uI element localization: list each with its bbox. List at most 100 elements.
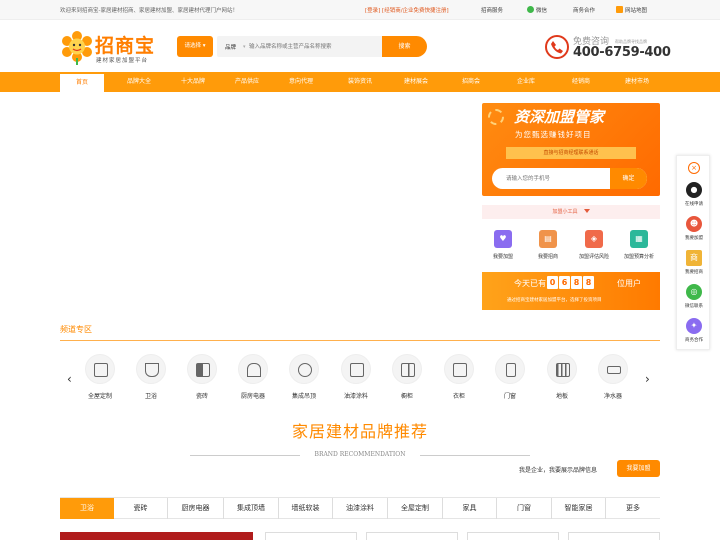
top-bar: 欢迎来到招商宝-家居建材招商、家居建材加盟、家居建材代理门户网站！ [登录] […: [0, 0, 720, 20]
nav-agency[interactable]: 意向代理: [276, 72, 326, 92]
recommend-subtitle: BRAND RECOMMENDATION: [314, 451, 406, 458]
water-purifier-icon: [598, 354, 628, 384]
recommend-title: 家居建材品牌推荐: [291, 422, 428, 441]
login-links: [登录] [经销商/企业免费快捷注册]: [365, 6, 449, 14]
brand-card[interactable]: [265, 532, 357, 540]
flower-mascot-icon: [62, 31, 92, 65]
hotline: 免费咨询 帮助品牌寻找品牌 400-6759-400: [545, 34, 671, 62]
close-icon[interactable]: ×: [688, 162, 700, 174]
counter-digit: 0: [547, 276, 558, 289]
nav-expo[interactable]: 建材展会: [391, 72, 441, 92]
users-icon: ☻: [686, 216, 702, 232]
nav-enterprise[interactable]: 企业库: [501, 72, 551, 92]
wechat-icon: [527, 6, 534, 13]
category-kitchen[interactable]: 厨房电器: [225, 354, 281, 404]
user-counter: 今天已有 0688 位用户 通过招商宝建材家居加盟平台，选择了投资项目: [482, 272, 660, 310]
brand-card[interactable]: [568, 532, 660, 540]
paint-bucket-icon: [341, 354, 371, 384]
nav-dealers[interactable]: 经销商: [556, 72, 606, 92]
tool-budget[interactable]: ▦ 加盟预算分析: [619, 230, 659, 264]
business-link[interactable]: 商务合作: [573, 6, 595, 14]
category-whole-house[interactable]: 全屋定制: [72, 354, 128, 404]
franchise-promo-panel: 资深加盟管家 为您甄选赚钱好项目 直接与招商经理联系通话 确定: [482, 103, 660, 196]
bathtub-icon: [136, 354, 166, 384]
search-field-label[interactable]: 品牌: [225, 43, 236, 51]
counter-digits: 0688: [547, 276, 595, 289]
tab-ceiling[interactable]: 集成顶墙: [224, 498, 279, 519]
qq-icon: ●: [686, 182, 702, 198]
nav-top-ten[interactable]: 十大品牌: [168, 72, 218, 92]
brand-tabs: 卫浴 瓷砖 厨房电器 集成顶墙 墙纸软装 油漆涂料 全屋定制 家具 门窗 智能家…: [60, 497, 660, 519]
phone-input[interactable]: [506, 171, 606, 186]
tool-risk[interactable]: ◈ 加盟评估风险: [574, 230, 614, 264]
tool-recruit[interactable]: ▤ 我要招商: [528, 230, 568, 264]
nav-market[interactable]: 建材市场: [612, 72, 662, 92]
side-business[interactable]: ✦ 商务合作: [677, 318, 711, 350]
counter-digit: 8: [583, 276, 594, 289]
tools-heading[interactable]: 加盟小工具: [482, 205, 660, 219]
counter-digit: 8: [571, 276, 582, 289]
category-doors[interactable]: 门窗: [482, 354, 538, 404]
brand-banner[interactable]: [60, 532, 253, 540]
counter-note: 通过招商宝建材家居加盟平台，选择了投资项目: [507, 298, 602, 303]
door-icon: [495, 354, 525, 384]
register-link[interactable]: [经销商/企业免费快捷注册]: [382, 8, 449, 14]
side-online-apply[interactable]: ● 在线申请: [677, 182, 711, 214]
floor-icon: [547, 354, 577, 384]
tab-furniture[interactable]: 家具: [443, 498, 497, 519]
side-recruit[interactable]: 商 我要招商: [677, 250, 711, 282]
category-ceiling[interactable]: 集成吊顶: [276, 354, 332, 404]
tab-more[interactable]: 更多: [606, 498, 660, 519]
wechat-icon: ◎: [686, 284, 702, 300]
logo[interactable]: 招商宝 建材家居加盟平台: [60, 30, 164, 66]
tab-tile[interactable]: 瓷砖: [114, 498, 168, 519]
search-bar: 请选择 ▾ 品牌 ▾ 搜索: [177, 36, 427, 57]
range-hood-icon: [238, 354, 268, 384]
promo-ribbon[interactable]: 直接与招商经理联系通话: [506, 147, 636, 159]
tab-smart-home[interactable]: 智能家居: [552, 498, 606, 519]
category-bathroom[interactable]: 卫浴: [123, 354, 179, 404]
merchant-service-link[interactable]: 招商服务: [481, 6, 503, 14]
main-nav: 首页 品牌大全 十大品牌 产品供应 意向代理 装饰资讯 建材展会 招商会 企业库…: [0, 72, 720, 92]
handshake-icon: ✦: [686, 318, 702, 334]
logo-brand: 招商宝: [95, 35, 156, 57]
search-category-select[interactable]: 请选择 ▾: [177, 36, 213, 57]
promo-title: 资深加盟管家: [514, 108, 605, 126]
tab-wallpaper[interactable]: 墙纸软装: [279, 498, 333, 519]
tab-paint[interactable]: 油漆涂料: [333, 498, 388, 519]
floating-side-toolbar: × ● 在线申请 ☻ 我要加盟 商 我要招商 ◎ 微信联系 ✦ 商务合作: [676, 155, 710, 350]
side-join[interactable]: ☻ 我要加盟: [677, 216, 711, 248]
nav-products[interactable]: 产品供应: [222, 72, 272, 92]
brand-card[interactable]: [467, 532, 559, 540]
login-link[interactable]: [登录]: [365, 8, 380, 14]
search-button[interactable]: 搜索: [382, 36, 427, 57]
tab-kitchen[interactable]: 厨房电器: [168, 498, 224, 519]
tab-doors[interactable]: 门窗: [497, 498, 552, 519]
next-arrow-icon[interactable]: ›: [645, 372, 650, 386]
submit-phone-button[interactable]: 确定: [610, 168, 647, 189]
category-water-purifier[interactable]: 净水器: [585, 354, 641, 404]
tab-bathroom[interactable]: 卫浴: [60, 498, 114, 519]
side-wechat[interactable]: ◎ 微信联系: [677, 284, 711, 316]
category-paint[interactable]: 油漆涂料: [328, 354, 384, 404]
nav-brands[interactable]: 品牌大全: [114, 72, 164, 92]
tile-icon: [187, 354, 217, 384]
counter-tail: 位用户: [617, 279, 641, 288]
tool-join[interactable]: ♥ 我要加盟: [483, 230, 523, 264]
join-button[interactable]: 我要加盟: [617, 460, 660, 477]
nav-news[interactable]: 装饰资讯: [335, 72, 385, 92]
zone-title: 频道专区: [60, 325, 92, 334]
category-tile[interactable]: 瓷砖: [174, 354, 230, 404]
wechat-link[interactable]: 微信: [527, 6, 547, 14]
tab-whole-house[interactable]: 全屋定制: [388, 498, 443, 519]
brand-card[interactable]: [366, 532, 458, 540]
nav-fair[interactable]: 招商会: [446, 72, 496, 92]
sitemap-link[interactable]: 网站地图: [616, 6, 647, 14]
shop-icon: 商: [686, 250, 702, 266]
category-wardrobe[interactable]: 衣柜: [431, 354, 487, 404]
category-floor[interactable]: 地板: [534, 354, 590, 404]
nav-home[interactable]: 首页: [60, 72, 104, 92]
search-input[interactable]: [249, 39, 384, 54]
category-cabinet[interactable]: 橱柜: [379, 354, 435, 404]
phone-icon: [545, 35, 569, 59]
